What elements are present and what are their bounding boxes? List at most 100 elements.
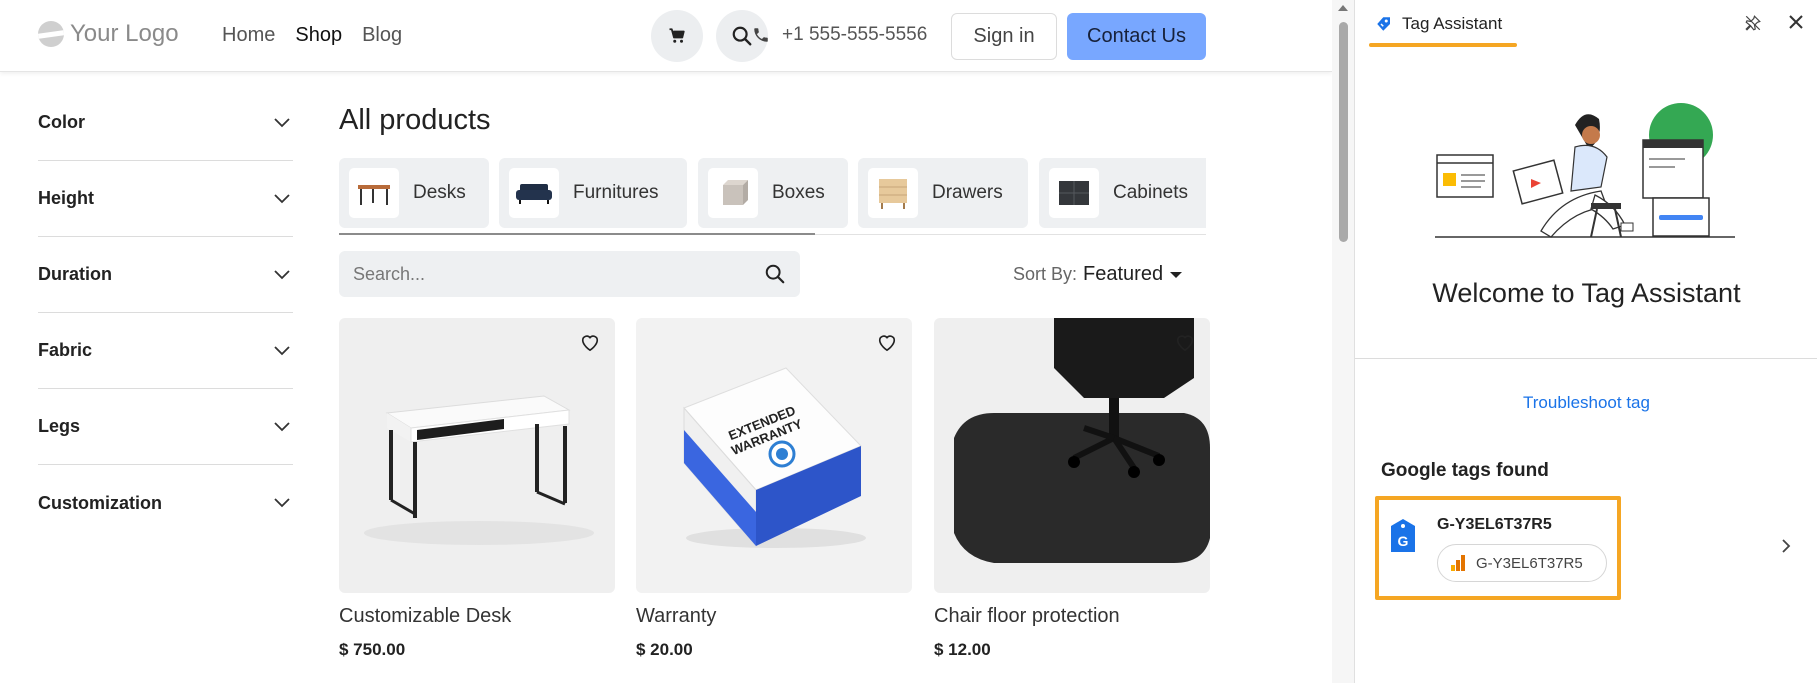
- unpin-icon[interactable]: [1744, 14, 1762, 32]
- scroll-up-arrow-icon[interactable]: [1338, 5, 1348, 11]
- product-card[interactable]: EXTENDED WARRANTY Warranty $ 20.00: [636, 318, 912, 660]
- page-title: All products: [339, 104, 491, 136]
- chevron-down-icon: [274, 193, 290, 203]
- product-price: $ 20.00: [636, 640, 693, 659]
- panel-title-text: Tag Assistant: [1402, 14, 1503, 33]
- tag-id: G-Y3EL6T37R5: [1437, 516, 1552, 533]
- search-icon[interactable]: [764, 263, 786, 285]
- chair-mat-illustration: [954, 318, 1210, 563]
- filter-color[interactable]: Color: [38, 85, 293, 161]
- category-cabinets[interactable]: Cabinets: [1039, 158, 1206, 228]
- category-label: Boxes: [772, 182, 825, 203]
- welcome-heading: Welcome to Tag Assistant: [1432, 278, 1741, 308]
- category-carousel[interactable]: Desks Furnitures Boxes Drawers Cabinets: [339, 158, 1206, 236]
- filter-sidebar: Color Height Duration Fabric Legs Custom…: [38, 85, 293, 541]
- product-image-floor-mat[interactable]: [934, 318, 1210, 593]
- product-name[interactable]: Customizable Desk: [339, 605, 615, 628]
- desk-illustration: [364, 395, 594, 545]
- tags-found-heading: Google tags found: [1381, 460, 1549, 481]
- chevron-down-icon: [274, 421, 290, 431]
- product-search: [339, 251, 800, 297]
- product-card[interactable]: Customizable Desk $ 750.00: [339, 318, 615, 660]
- site-header: Your Logo Home Shop Blog +1 555-555-5556…: [0, 0, 1332, 72]
- search-input[interactable]: [353, 263, 733, 285]
- chevron-down-icon: [274, 269, 290, 279]
- filter-customization[interactable]: Customization: [38, 465, 293, 541]
- category-desks[interactable]: Desks: [339, 158, 489, 228]
- product-price: $ 12.00: [934, 640, 991, 659]
- tag-assistant-panel: Tag Assistant Welcome to Tag Assistant T…: [1354, 0, 1817, 683]
- category-label: Drawers: [932, 182, 1003, 203]
- category-furnitures[interactable]: Furnitures: [499, 158, 687, 228]
- panel-title: Tag Assistant: [1375, 14, 1502, 34]
- warranty-box-illustration: EXTENDED WARRANTY: [683, 367, 866, 548]
- category-scroll-indicator[interactable]: [339, 233, 815, 235]
- page-scrollbar[interactable]: [1332, 0, 1354, 683]
- category-label: Desks: [413, 182, 466, 203]
- caret-down-icon: [1170, 271, 1183, 278]
- sofa-thumbnail: [509, 168, 559, 218]
- troubleshoot-tag-link[interactable]: Troubleshoot tag: [1355, 393, 1817, 413]
- chevron-down-icon: [274, 117, 290, 127]
- logo-mark-icon: [38, 21, 64, 47]
- sort-label: Sort By:: [1013, 264, 1078, 284]
- chevron-right-icon[interactable]: [1781, 538, 1791, 554]
- sign-in-button[interactable]: Sign in: [951, 13, 1057, 60]
- main-nav: Home Shop Blog: [222, 24, 402, 47]
- sort-dropdown[interactable]: Sort By: Featured: [1013, 263, 1183, 286]
- filter-height[interactable]: Height: [38, 161, 293, 237]
- filter-label: Duration: [38, 264, 112, 284]
- product-image-warranty[interactable]: EXTENDED WARRANTY: [636, 318, 912, 593]
- wishlist-heart-icon[interactable]: [876, 332, 898, 352]
- search-icon: [732, 26, 752, 46]
- nav-shop[interactable]: Shop: [295, 24, 342, 47]
- phone-icon: [754, 28, 768, 42]
- box-thumbnail: [708, 168, 758, 218]
- product-name[interactable]: Warranty: [636, 605, 912, 628]
- panel-header: Tag Assistant: [1355, 0, 1817, 50]
- product-card[interactable]: Chair floor protection $ 12.00: [934, 318, 1210, 660]
- desk-thumbnail: [349, 168, 399, 218]
- cart-button[interactable]: [651, 10, 703, 62]
- tag-assistant-icon: [1377, 17, 1390, 31]
- product-price: $ 750.00: [339, 640, 406, 659]
- scrollbar-thumb[interactable]: [1339, 22, 1348, 242]
- welcome-illustration: [1435, 103, 1735, 238]
- shop-page: Your Logo Home Shop Blog +1 555-555-5556…: [0, 0, 1332, 683]
- contact-us-button[interactable]: Contact Us: [1067, 13, 1206, 60]
- chevron-down-icon: [274, 498, 290, 508]
- filter-label: Fabric: [38, 340, 93, 360]
- category-boxes[interactable]: Boxes: [698, 158, 848, 228]
- filter-legs[interactable]: Legs: [38, 389, 293, 465]
- phone-link[interactable]: +1 555-555-5556: [752, 24, 927, 46]
- close-icon[interactable]: [1788, 14, 1804, 30]
- cabinet-thumbnail: [1049, 168, 1099, 218]
- nav-blog[interactable]: Blog: [362, 24, 402, 47]
- tag-destination-chip[interactable]: G-Y3EL6T37R5: [1437, 544, 1607, 582]
- active-tab-underline: [1369, 43, 1517, 47]
- panel-actions: [1744, 14, 1804, 32]
- wishlist-heart-icon[interactable]: [579, 332, 601, 352]
- drawer-thumbnail: [868, 168, 918, 218]
- site-logo[interactable]: Your Logo: [38, 20, 179, 48]
- filter-label: Color: [38, 112, 85, 132]
- filter-duration[interactable]: Duration: [38, 237, 293, 313]
- filter-label: Legs: [38, 416, 81, 436]
- tag-chip-text: G-Y3EL6T37R5: [1476, 554, 1583, 572]
- nav-home[interactable]: Home: [222, 24, 275, 47]
- filter-fabric[interactable]: Fabric: [38, 313, 293, 389]
- cart-icon: [669, 28, 685, 43]
- analytics-bars-icon: [1451, 555, 1465, 571]
- chevron-down-icon: [274, 345, 290, 355]
- product-name[interactable]: Chair floor protection: [934, 605, 1210, 628]
- screen: Your Logo Home Shop Blog +1 555-555-5556…: [0, 0, 1817, 683]
- logo-text: Your Logo: [70, 20, 179, 47]
- filter-label: Height: [38, 188, 94, 208]
- google-tag-icon: G: [1391, 519, 1415, 552]
- product-image-desk[interactable]: [339, 318, 615, 593]
- phone-number: +1 555-555-5556: [782, 24, 928, 45]
- wishlist-heart-icon[interactable]: [1174, 332, 1196, 352]
- category-drawers[interactable]: Drawers: [858, 158, 1028, 228]
- category-label: Furnitures: [573, 182, 659, 203]
- google-tag-card[interactable]: G G-Y3EL6T37R5 G-Y3EL6T37R5: [1375, 496, 1621, 600]
